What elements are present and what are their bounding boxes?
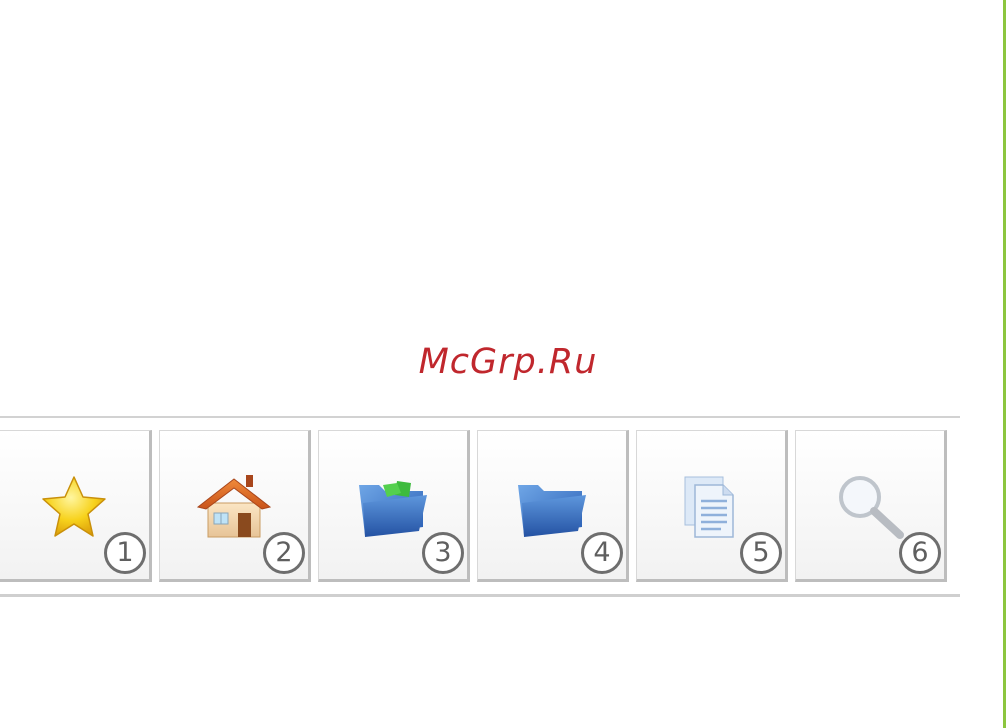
toolbar-top-border — [0, 416, 960, 418]
shortcut-number-badge: 1 — [104, 532, 146, 574]
toolbar-button-home[interactable]: 2 — [159, 430, 311, 582]
toolbar-button-folder[interactable]: 4 — [477, 430, 629, 582]
star-icon — [34, 471, 114, 543]
shortcut-number-badge: 2 — [263, 532, 305, 574]
toolbar-button-synced-folder[interactable]: 3 — [318, 430, 470, 582]
shortcut-number-badge: 5 — [740, 532, 782, 574]
shortcut-number-badge: 6 — [899, 532, 941, 574]
navigation-toolbar: 1 2 3 4 5 6 — [0, 416, 960, 597]
document-icon — [671, 471, 751, 543]
shortcut-number-badge: 3 — [422, 532, 464, 574]
toolbar-button-documents[interactable]: 5 — [636, 430, 788, 582]
search-icon — [830, 471, 910, 543]
folder-icon — [512, 471, 592, 543]
shortcut-number-badge: 4 — [581, 532, 623, 574]
folder-sync-icon — [353, 471, 433, 543]
toolbar-button-search[interactable]: 6 — [795, 430, 947, 582]
toolbar-button-favorites[interactable]: 1 — [0, 430, 152, 582]
watermark-text: McGrp.Ru — [418, 342, 598, 382]
toolbar-bottom-border — [0, 594, 960, 597]
home-icon — [194, 471, 274, 543]
